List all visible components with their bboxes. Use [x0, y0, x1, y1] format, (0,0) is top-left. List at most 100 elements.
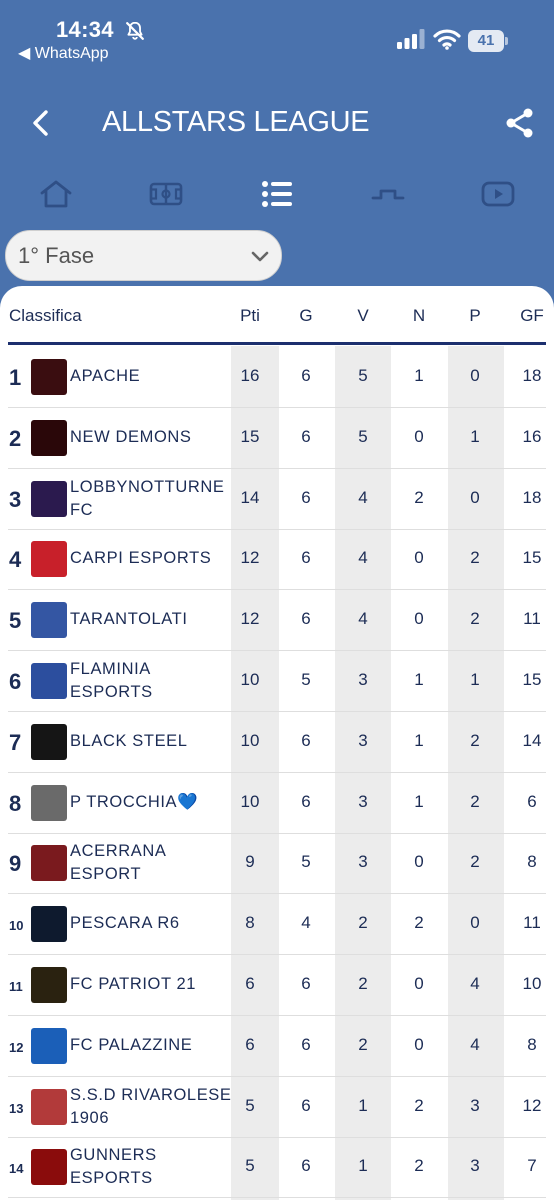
- team-name: GUNNERS ESPORTS: [70, 1146, 157, 1188]
- phase-dropdown[interactable]: 1° Fase: [5, 230, 282, 281]
- header-p: P: [469, 306, 481, 325]
- team-name: FLAMINIA ESPORTS: [70, 660, 153, 701]
- stat-g: 6: [301, 609, 311, 629]
- stat-p: 3: [470, 1156, 480, 1176]
- stat-g: 6: [301, 426, 311, 446]
- stat-pti: 12: [240, 609, 260, 629]
- table-row[interactable]: 1 APACHE 16 6 5 1 0 18: [0, 347, 554, 408]
- table-row[interactable]: 9 ACERRANA ESPORT 9 5 3 0 2 8: [0, 833, 554, 895]
- tab-standings[interactable]: [255, 172, 299, 216]
- battery-nub: [505, 37, 508, 45]
- stat-v: 2: [358, 974, 368, 993]
- team-logo: [31, 359, 67, 395]
- stat-v: 2: [358, 1034, 368, 1054]
- cellular-signal-icon: [397, 29, 425, 49]
- stat-gf: 6: [527, 791, 537, 811]
- stat-p: 0: [470, 913, 480, 933]
- chevron-down-icon: [251, 251, 269, 262]
- bracket-icon: [371, 189, 405, 200]
- back-to-app-link[interactable]: ◀ WhatsApp: [18, 43, 109, 63]
- table-row[interactable]: 5 TARANTOLATI 12 6 4 0 2 11: [0, 590, 554, 652]
- stat-gf: 15: [522, 548, 542, 568]
- standings-panel: Classifica Pti G V N P GF 1 APACHE 16 6 5 1 0 1…: [0, 286, 554, 1200]
- team-logo: [31, 663, 67, 699]
- team-name: ACERRANA ESPORT: [70, 842, 166, 884]
- table-row[interactable]: 11 FC PATRIOT 21 6 6 2 0 4 10: [0, 955, 554, 1016]
- stat-gf: 12: [522, 1095, 542, 1115]
- stat-n: 0: [414, 1034, 424, 1054]
- team-logo: [31, 1027, 67, 1064]
- table-row[interactable]: 10 PESCARA R6 8 4 2 2 0 11: [0, 894, 554, 956]
- header-n: N: [412, 306, 426, 325]
- stat-pti: 15: [240, 426, 260, 446]
- stat-n: 2: [414, 487, 424, 507]
- back-arrow-icon[interactable]: [24, 106, 58, 140]
- team-logo: [31, 602, 67, 639]
- team-name: TARANTOLATI: [70, 610, 188, 629]
- tab-video[interactable]: [476, 172, 520, 216]
- stat-g: 6: [301, 366, 311, 385]
- stat-p: 2: [470, 609, 480, 629]
- stat-gf: 18: [522, 487, 542, 507]
- team-logo: [31, 906, 67, 943]
- battery-level: 41: [468, 30, 504, 52]
- stat-p: 1: [470, 426, 480, 446]
- stat-pti: 9: [245, 852, 255, 872]
- page-title: ALLSTARS LEAGUE: [102, 106, 370, 138]
- table-row[interactable]: 8 P TROCCHIA💙 10 6 3 1 2 6: [0, 773, 554, 834]
- row-position: 6: [9, 669, 22, 694]
- stat-gf: 7: [527, 1156, 537, 1176]
- row-position: 4: [9, 547, 22, 573]
- stat-pti: 10: [240, 791, 260, 811]
- team-name: FC PATRIOT 21: [70, 975, 197, 993]
- stat-g: 5: [301, 852, 311, 872]
- stat-pti: 10: [240, 730, 260, 750]
- tab-bracket[interactable]: [366, 172, 410, 216]
- team-name: CARPI ESPORTS: [70, 549, 212, 568]
- stat-pti: 14: [240, 487, 260, 507]
- table-row[interactable]: 3 LOBBYNOTTURNE FC 14 6 4 2 0 18: [0, 469, 554, 530]
- stat-gf: 11: [523, 609, 541, 629]
- stat-v: 5: [358, 366, 368, 385]
- team-name: LOBBYNOTTURNE FC: [70, 477, 225, 519]
- row-position: 13: [9, 1100, 24, 1116]
- table-row[interactable]: 7 BLACK STEEL 10 6 3 1 2 14: [0, 712, 554, 773]
- tab-pitch[interactable]: [144, 172, 188, 216]
- bell-muted-icon: [126, 21, 144, 40]
- stat-p: 2: [470, 852, 480, 872]
- table-row[interactable]: 2 NEW DEMONS 15 6 5 0 1 16: [0, 408, 554, 469]
- stat-n: 0: [414, 974, 424, 993]
- stat-gf: 8: [527, 1034, 537, 1054]
- stat-g: 4: [301, 913, 311, 933]
- table-row[interactable]: 4 CARPI ESPORTS 12 6 4 0 2 15: [0, 529, 554, 591]
- table-row[interactable]: 14 GUNNERS ESPORTS 5 6 1 2 3 7: [0, 1137, 554, 1199]
- table-row[interactable]: 13 S.S.D RIVAROLESE 1906 5 6 1 2 3 12: [0, 1077, 554, 1138]
- tab-home[interactable]: [34, 172, 78, 216]
- stat-n: 0: [414, 426, 424, 446]
- status-time: 14:34: [56, 17, 114, 42]
- table-row[interactable]: 6 FLAMINIA ESPORTS 10 5 3 1 1 15: [0, 651, 554, 712]
- stat-g: 6: [301, 1156, 311, 1176]
- stat-v: 4: [358, 609, 368, 629]
- stat-pti: 16: [240, 366, 260, 385]
- stat-p: 2: [470, 730, 480, 750]
- team-logo: [31, 1088, 67, 1125]
- stat-gf: 16: [522, 426, 542, 446]
- stat-pti: 12: [240, 548, 260, 568]
- header-classifica: Classifica: [9, 306, 82, 325]
- table-row[interactable]: 12 FC PALAZZINE 6 6 2 0 4 8: [0, 1016, 554, 1077]
- stat-gf: 11: [523, 913, 541, 933]
- stat-n: 1: [414, 730, 424, 750]
- stat-p: 3: [470, 1095, 480, 1115]
- team-name: APACHE: [70, 367, 141, 385]
- row-position: 9: [9, 851, 22, 877]
- stat-p: 1: [470, 670, 480, 689]
- stat-p: 2: [470, 548, 480, 568]
- home-icon: [40, 180, 72, 208]
- share-icon[interactable]: [503, 106, 537, 140]
- stat-n: 1: [414, 791, 424, 811]
- stat-g: 5: [301, 670, 311, 689]
- team-name: P TROCCHIA💙: [70, 792, 199, 811]
- team-logo: [31, 723, 67, 760]
- row-position: 7: [9, 729, 22, 755]
